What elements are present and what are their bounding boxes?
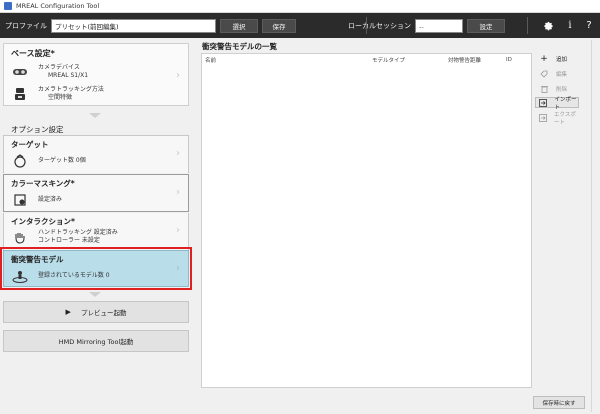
down-arrow-icon xyxy=(89,292,101,297)
edit-button[interactable]: 編集 xyxy=(535,68,579,79)
interaction-title: インタラクション* xyxy=(11,217,75,226)
local-session-label: ローカルセッション xyxy=(348,21,411,30)
interaction-card[interactable]: インタラクション* ハンドトラッキング 設定済み コントローラー 未設定 › xyxy=(3,213,189,251)
import-label: インポート xyxy=(554,96,577,111)
base-settings-title: ベース設定* xyxy=(11,49,55,58)
local-session-field[interactable]: -- xyxy=(415,18,463,33)
down-arrow-icon xyxy=(89,113,101,118)
color-masking-status: 設定済み xyxy=(38,196,63,204)
column-warning-distance[interactable]: 対物警告距離 xyxy=(448,56,481,64)
list-header: 名前 モデルタイプ 対物警告距離 ID xyxy=(202,54,531,66)
preview-launch-button[interactable]: ▶ プレビュー起動 xyxy=(3,301,189,323)
tracking-row: カメラトラッキング方法 空間特徴 xyxy=(12,86,182,101)
delete-button[interactable]: 削除 xyxy=(535,83,579,94)
window-title: MREAL Configuration Tool xyxy=(16,2,100,10)
tracking-value: 空間特徴 xyxy=(48,93,73,101)
trash-icon xyxy=(539,85,549,93)
gear-icon[interactable] xyxy=(541,18,555,32)
base-settings-card[interactable]: ベース設定* カメラデバイス MREAL S1/X1 カメラトラッキング方法 空… xyxy=(3,43,189,106)
collision-warning-card[interactable]: 衝突警告モデル 登録されているモデル数 0 › xyxy=(0,247,192,290)
import-button[interactable]: インポート xyxy=(535,96,579,111)
add-button[interactable]: + 追加 xyxy=(535,53,579,64)
chevron-right-icon: › xyxy=(176,263,180,274)
camera-icon xyxy=(12,65,28,79)
edit-label: 編集 xyxy=(556,71,568,78)
color-masking-title: カラーマスキング* xyxy=(11,179,75,188)
info-icon[interactable]: i xyxy=(563,18,577,32)
hmd-mirroring-label: HMD Mirroring Tool起動 xyxy=(58,338,134,346)
camera-device-label: カメラデバイス xyxy=(38,64,80,71)
target-hand-icon xyxy=(12,154,28,168)
camera-device-value: MREAL S1/X1 xyxy=(48,71,89,79)
collision-model-icon xyxy=(12,269,28,283)
collision-list-title: 衝突警告モデルの一覧 xyxy=(202,42,277,51)
column-model-type[interactable]: モデルタイプ xyxy=(372,56,405,64)
hand-tracking-status: ハンドトラッキング 設定済み xyxy=(38,229,118,236)
collision-model-list[interactable]: 名前 モデルタイプ 対物警告距離 ID xyxy=(201,53,532,388)
profile-field[interactable]: プリセット(前回編集) xyxy=(51,18,216,33)
export-label: エクスポート xyxy=(554,111,576,126)
export-icon xyxy=(539,113,547,122)
chevron-right-icon: › xyxy=(176,225,180,236)
chevron-right-icon: › xyxy=(176,70,180,81)
preview-launch-label: プレビュー起動 xyxy=(80,309,127,317)
left-panel: ベース設定* カメラデバイス MREAL S1/X1 カメラトラッキング方法 空… xyxy=(0,40,192,410)
play-icon: ▶ xyxy=(65,308,71,316)
tracking-label: カメラトラッキング方法 xyxy=(38,86,104,93)
save-button[interactable]: 保存 xyxy=(262,18,296,33)
chevron-right-icon: › xyxy=(176,187,180,198)
toolbar-divider xyxy=(527,17,528,34)
collision-warning-title: 衝突警告モデル xyxy=(11,255,64,264)
color-masking-card[interactable]: カラーマスキング* 設定済み › xyxy=(3,174,189,212)
toolbar-divider xyxy=(366,17,367,34)
target-title: ターゲット xyxy=(11,140,49,149)
hmd-mirroring-button[interactable]: HMD Mirroring Tool起動 xyxy=(3,330,189,352)
color-masking-icon xyxy=(12,193,28,207)
collision-model-count: 登録されているモデル数 0 xyxy=(38,272,110,280)
select-button[interactable]: 選択 xyxy=(220,18,258,33)
target-count: ターゲット数 0個 xyxy=(38,157,86,165)
chevron-right-icon: › xyxy=(176,148,180,159)
camera-device-row: カメラデバイス MREAL S1/X1 xyxy=(12,64,182,79)
column-name[interactable]: 名前 xyxy=(205,56,216,64)
controller-status: コントローラー 未設定 xyxy=(38,236,100,244)
help-icon[interactable]: ? xyxy=(582,18,596,32)
add-label: 追加 xyxy=(556,56,568,63)
top-toolbar: プロファイル プリセット(前回編集) 選択 保存 ローカルセッション -- 設定… xyxy=(0,13,600,38)
column-id[interactable]: ID xyxy=(506,57,512,63)
delete-label: 削除 xyxy=(556,86,568,93)
tag-icon xyxy=(539,70,549,78)
revert-to-saved-button[interactable]: 保存時に戻す xyxy=(533,396,585,409)
settings-button[interactable]: 設定 xyxy=(467,18,505,33)
import-icon xyxy=(539,98,548,107)
title-bar: MREAL Configuration Tool xyxy=(0,0,600,13)
tracking-icon xyxy=(12,87,28,101)
profile-label: プロファイル xyxy=(5,21,47,30)
target-card[interactable]: ターゲット ターゲット数 0個 › xyxy=(3,135,189,173)
export-button[interactable]: エクスポート xyxy=(535,111,579,126)
window-edge xyxy=(591,40,592,412)
option-settings-title: オプション設定 xyxy=(11,125,64,134)
plus-icon: + xyxy=(540,53,548,64)
hand-icon xyxy=(12,230,28,244)
app-icon xyxy=(4,2,12,10)
